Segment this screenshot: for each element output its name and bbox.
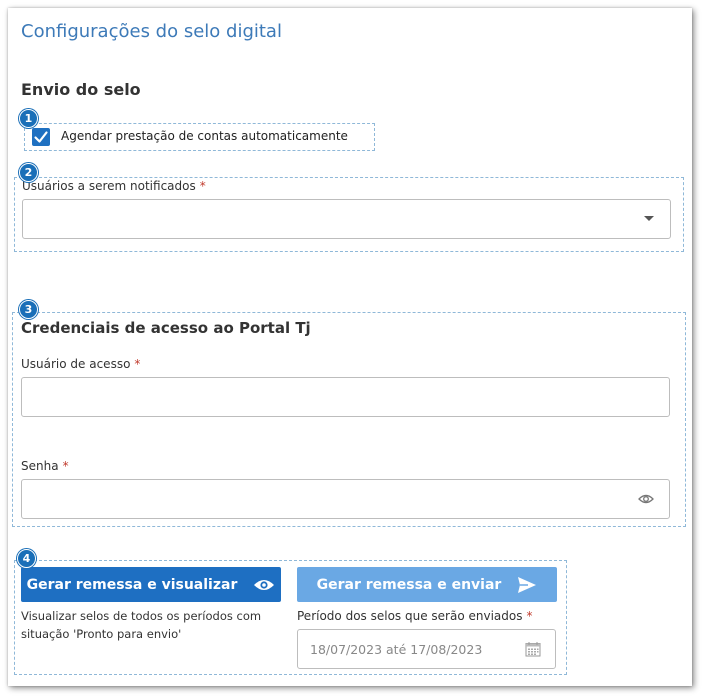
period-label: Período dos selos que serão enviados * <box>297 609 533 623</box>
step-badge-2: 2 <box>19 163 38 182</box>
step-badge-4: 4 <box>17 549 36 568</box>
generate-and-send-button[interactable]: Gerar remessa e enviar <box>297 567 557 602</box>
credentials-group: Credenciais de acesso ao Portal Tj Usuár… <box>12 312 686 527</box>
schedule-checkbox[interactable] <box>32 128 50 146</box>
check-icon <box>34 131 48 143</box>
password-input[interactable] <box>21 479 670 519</box>
username-label: Usuário de acesso * <box>21 357 141 371</box>
settings-card: Configurações do selo digital Envio do s… <box>8 8 692 686</box>
username-input[interactable] <box>21 377 670 417</box>
generate-and-send-label: Gerar remessa e enviar <box>316 576 502 593</box>
section-title-credenciais: Credenciais de acesso ao Portal Tj <box>21 319 311 337</box>
password-label: Senha * <box>21 459 69 473</box>
period-date-range-input[interactable]: 18/07/2023 até 17/08/2023 <box>297 629 556 669</box>
notify-users-select[interactable] <box>22 199 671 239</box>
generate-and-view-label: Gerar remessa e visualizar <box>26 576 238 593</box>
eye-icon <box>254 579 275 590</box>
notify-users-group: Usuários a serem notificados * <box>14 177 684 252</box>
section-title-envio: Envio do selo <box>21 80 141 99</box>
step-badge-1: 1 <box>19 109 38 128</box>
schedule-checkbox-label: Agendar prestação de contas automaticame… <box>61 129 348 143</box>
notify-users-label: Usuários a serem notificados * <box>22 179 206 193</box>
page-title: Configurações do selo digital <box>21 21 282 42</box>
schedule-checkbox-row[interactable]: Agendar prestação de contas automaticame… <box>24 123 375 151</box>
chevron-down-icon <box>644 216 654 221</box>
calendar-icon[interactable] <box>525 641 541 657</box>
step-badge-3: 3 <box>19 300 38 319</box>
generate-and-view-help: Visualizar selos de todos os períodos co… <box>21 609 262 641</box>
period-date-range-value: 18/07/2023 até 17/08/2023 <box>310 642 483 657</box>
actions-group: Gerar remessa e visualizar Visualizar se… <box>14 560 567 675</box>
generate-and-view-button[interactable]: Gerar remessa e visualizar <box>21 567 281 602</box>
eye-icon[interactable] <box>638 493 654 505</box>
send-icon <box>518 576 537 593</box>
